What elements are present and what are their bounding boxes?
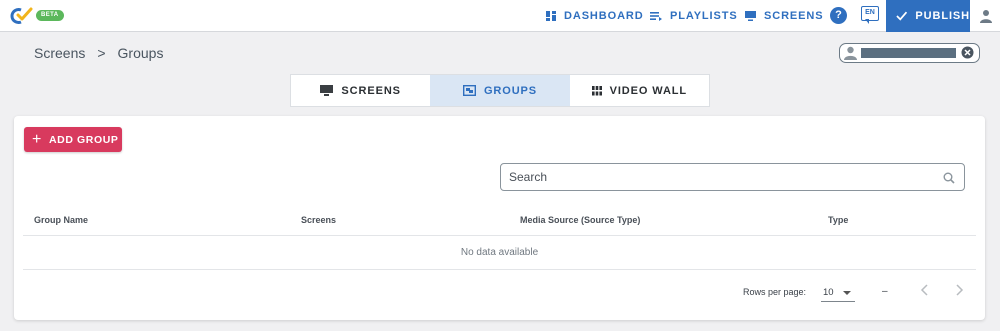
tab-screens[interactable]: SCREENS xyxy=(291,75,430,106)
check-icon xyxy=(896,11,908,21)
language-label: EN xyxy=(861,6,879,21)
breadcrumb-screens[interactable]: Screens xyxy=(34,45,85,61)
caret-down-icon xyxy=(843,291,851,295)
rows-per-page-value: 10 xyxy=(823,287,834,298)
dashboard-icon xyxy=(546,11,556,21)
chevron-left-icon[interactable] xyxy=(918,282,932,298)
empty-state: No data available xyxy=(23,236,976,270)
table-footer: Rows per page: 10 – xyxy=(23,270,976,312)
search-box xyxy=(500,163,965,191)
groups-card: + ADD GROUP Group Name Screens Media Sou… xyxy=(14,116,985,320)
brand-check-logo[interactable] xyxy=(9,7,33,25)
nav-playlists[interactable]: PLAYLISTS xyxy=(650,0,738,32)
plus-icon: + xyxy=(32,130,42,148)
column-group-name[interactable]: Group Name xyxy=(34,215,88,225)
monitor-icon xyxy=(745,11,756,21)
beta-badge: BETA xyxy=(36,10,64,21)
tab-groups[interactable]: GROUPS xyxy=(430,75,570,106)
column-screens[interactable]: Screens xyxy=(301,215,336,225)
grid-icon xyxy=(591,85,602,95)
breadcrumb: Screens > Groups xyxy=(34,45,163,61)
rows-per-page-select[interactable]: 10 xyxy=(821,280,855,302)
nav-screens-label: SCREENS xyxy=(764,10,824,22)
rows-per-page-label: Rows per page: xyxy=(743,287,807,297)
user-name-redacted xyxy=(861,48,956,58)
tab-video-wall-label: VIDEO WALL xyxy=(609,84,688,97)
breadcrumb-separator: > xyxy=(97,45,106,61)
speech-bubble-tail-icon xyxy=(865,19,869,24)
language-button[interactable]: EN xyxy=(861,6,879,25)
nav-dashboard[interactable]: DASHBOARD xyxy=(546,0,644,32)
breadcrumb-current: Groups xyxy=(117,45,164,61)
top-bar: BETA DASHBOARD PLAYLISTS SCREENS ? EN PU… xyxy=(0,0,1000,32)
tab-groups-label: GROUPS xyxy=(483,84,538,97)
page-range: – xyxy=(882,286,888,297)
publish-button[interactable]: PUBLISH xyxy=(886,0,970,32)
search-input[interactable] xyxy=(501,164,931,190)
chevron-right-icon[interactable] xyxy=(952,282,966,298)
tab-video-wall[interactable]: VIDEO WALL xyxy=(570,75,709,106)
playlist-icon xyxy=(650,12,662,21)
column-type[interactable]: Type xyxy=(828,215,848,225)
add-group-label: ADD GROUP xyxy=(48,133,119,146)
user-chip[interactable] xyxy=(839,43,980,63)
group-icon xyxy=(462,85,476,96)
nav-playlists-label: PLAYLISTS xyxy=(670,10,738,22)
nav-dashboard-label: DASHBOARD xyxy=(564,10,644,22)
close-icon[interactable] xyxy=(961,46,974,59)
user-account-icon[interactable] xyxy=(978,8,994,24)
monitor-icon xyxy=(320,85,334,96)
tab-screens-label: SCREENS xyxy=(341,84,401,97)
help-icon: ? xyxy=(835,9,842,21)
column-media-source[interactable]: Media Source (Source Type) xyxy=(520,215,640,225)
tab-bar: SCREENS GROUPS VIDEO WALL xyxy=(290,74,710,107)
table-header: Group Name Screens Media Source (Source … xyxy=(23,208,976,236)
avatar-icon xyxy=(844,46,857,60)
add-group-button[interactable]: + ADD GROUP xyxy=(24,127,122,152)
nav-screens[interactable]: SCREENS xyxy=(745,0,823,32)
publish-label: PUBLISH xyxy=(915,10,970,22)
search-icon[interactable] xyxy=(943,172,955,184)
help-button[interactable]: ? xyxy=(830,7,847,24)
